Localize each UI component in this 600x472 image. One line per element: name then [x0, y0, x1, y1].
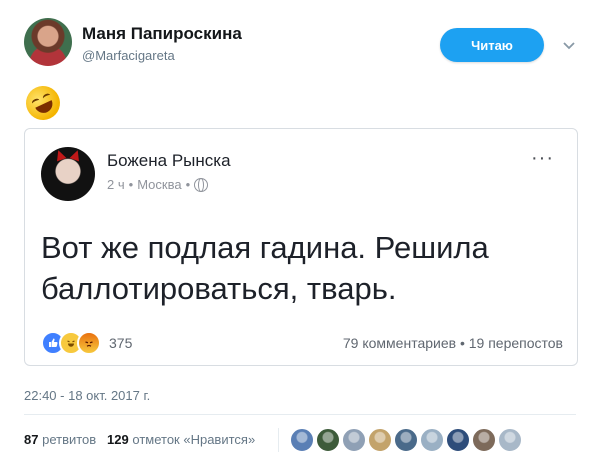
globe-icon	[194, 177, 209, 192]
author-handle[interactable]: @Marfacigareta	[82, 48, 175, 63]
retweets-label[interactable]: ретвитов	[42, 432, 96, 447]
author-avatar[interactable]	[24, 18, 72, 66]
liker-avatar[interactable]	[472, 428, 496, 452]
fb-post-text: Вот же подлая гадина. Решила баллотирова…	[41, 230, 489, 306]
fb-post-location: Москва	[137, 177, 182, 192]
author-name[interactable]: Маня Папироскина	[82, 24, 242, 44]
dot-separator: •	[185, 177, 191, 192]
liker-avatar[interactable]	[446, 428, 470, 452]
liker-avatar[interactable]	[290, 428, 314, 452]
liker-avatar[interactable]	[498, 428, 522, 452]
fb-post-time: 2 ч	[107, 177, 125, 192]
reactions-count: 375	[109, 335, 133, 351]
tweet-timestamp[interactable]: 22:40 - 18 окт. 2017 г.	[24, 388, 150, 403]
liker-avatar[interactable]	[342, 428, 366, 452]
retweets-count[interactable]: 87	[24, 432, 38, 447]
embedded-post-card[interactable]: Божена Рынска 2 ч • Москва • ··· Вот же …	[24, 128, 578, 366]
reactions-bar: 375	[41, 331, 132, 355]
liker-avatar[interactable]	[394, 428, 418, 452]
fb-post-meta: 2 ч • Москва •	[107, 177, 209, 192]
angry-reaction-icon	[77, 331, 101, 355]
chevron-down-icon[interactable]	[562, 38, 576, 52]
divider	[24, 414, 576, 415]
more-options-icon: ···	[531, 147, 554, 169]
liker-avatars	[290, 428, 522, 452]
following-button[interactable]: Читаю	[440, 28, 544, 62]
dot-separator: •	[128, 177, 134, 192]
likes-count[interactable]: 129	[107, 432, 129, 447]
liker-avatar[interactable]	[316, 428, 340, 452]
liker-avatar[interactable]	[420, 428, 444, 452]
tweet-stats: 87 ретвитов 129 отметок «Нравится»	[24, 432, 255, 447]
rolling-laughing-emoji-icon	[20, 80, 66, 126]
likes-label[interactable]: отметок «Нравится»	[132, 432, 255, 447]
liker-avatar[interactable]	[368, 428, 392, 452]
fb-author-avatar	[41, 147, 95, 201]
fb-author-name: Божена Рынска	[107, 151, 231, 170]
comments-shares-count: 79 комментариев • 19 перепостов	[342, 335, 563, 351]
vertical-divider	[278, 428, 279, 452]
